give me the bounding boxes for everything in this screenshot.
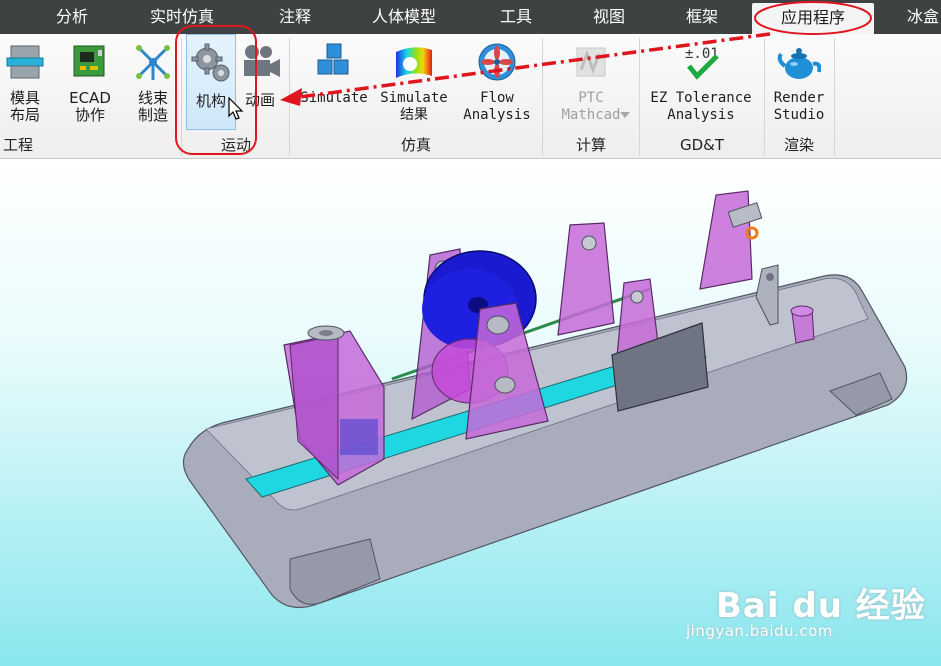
mouse-cursor-icon (228, 97, 244, 120)
button-highlight-ring (175, 25, 257, 155)
tab-highlight-ring (754, 1, 872, 35)
annotation-arrow (291, 32, 771, 100)
baidu-watermark-url: jingyan.baidu.com (686, 622, 833, 640)
annotation-overlay (175, 1, 872, 155)
arrow-head-icon (280, 88, 302, 106)
baidu-watermark-logo: Bai du 经验 (716, 586, 926, 626)
